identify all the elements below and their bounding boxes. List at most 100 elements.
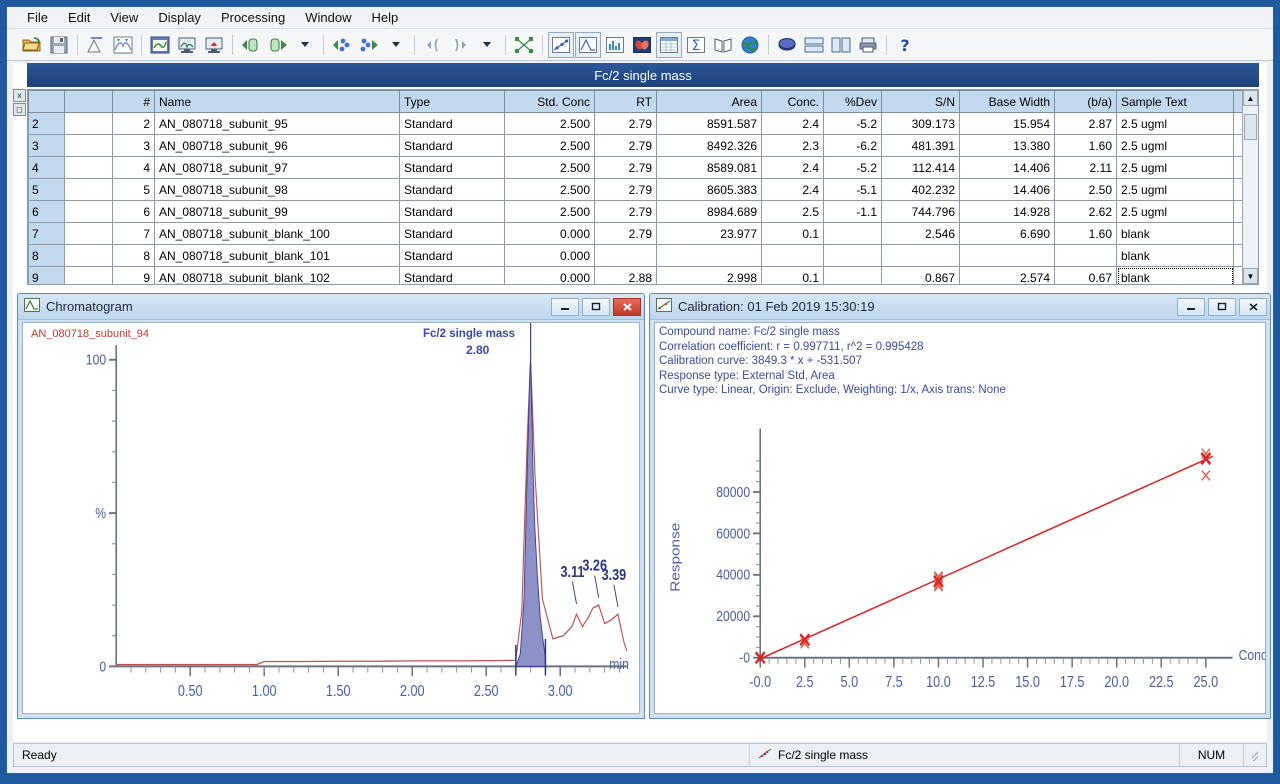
integrate-peak-icon[interactable]: [83, 32, 109, 58]
cell-conc[interactable]: 2.4: [762, 157, 824, 179]
cell-dev[interactable]: [824, 245, 882, 267]
resize-grip-icon[interactable]: [1244, 744, 1266, 766]
column-header-s-n[interactable]: S/N: [882, 91, 960, 113]
table-row[interactable]: 77AN_080718_subunit_blank_100Standard0.0…: [29, 223, 1243, 245]
cell-stdconc[interactable]: 0.000: [505, 223, 595, 245]
book-icon[interactable]: [710, 32, 736, 58]
cell-rowhdr[interactable]: 4: [29, 157, 65, 179]
cell-area[interactable]: 8589.081: [657, 157, 762, 179]
menu-item-processing[interactable]: Processing: [211, 8, 295, 27]
cell-sampletext[interactable]: blank: [1117, 223, 1234, 245]
cell-name[interactable]: AN_080718_subunit_98: [155, 179, 400, 201]
cell-dev[interactable]: -6.2: [824, 135, 882, 157]
cell-blank[interactable]: [65, 157, 113, 179]
cell-type[interactable]: Standard: [400, 201, 505, 223]
cell-sn[interactable]: 0.867: [882, 267, 960, 285]
column-header-dev[interactable]: %Dev: [824, 91, 882, 113]
cell-rt[interactable]: 2.79: [595, 157, 657, 179]
cell-blank[interactable]: [65, 135, 113, 157]
cell-num[interactable]: 3: [113, 135, 155, 157]
cell-rowhdr[interactable]: 2: [29, 113, 65, 135]
calibration-plot[interactable]: Compound name: Fc/2 single mass Correlat…: [654, 322, 1266, 714]
column-header-sample-text[interactable]: Sample Text: [1117, 91, 1234, 113]
cell-num[interactable]: 8: [113, 245, 155, 267]
column-header-std-conc[interactable]: Std. Conc: [505, 91, 595, 113]
cell-pkwidth[interactable]: 3.306: [1234, 157, 1243, 179]
cell-blank[interactable]: [65, 223, 113, 245]
cell-type[interactable]: Standard: [400, 113, 505, 135]
calibration-window[interactable]: Calibration: 01 Feb 2019 15:30:19 Compou…: [649, 293, 1271, 719]
cell-rt[interactable]: 2.79: [595, 179, 657, 201]
cell-stdconc[interactable]: 2.500: [505, 179, 595, 201]
cell-conc[interactable]: 2.4: [762, 113, 824, 135]
calibration-maximize-button[interactable]: [1208, 298, 1236, 316]
column-header-pk-width[interactable]: Pk Width: [1234, 91, 1243, 113]
cell-ba[interactable]: 2.87: [1055, 113, 1117, 135]
cell-pkwidth[interactable]: [1234, 267, 1243, 285]
chromatogram-plot[interactable]: AN_080718_subunit_94 Fc/2 single mass 2.…: [22, 322, 640, 714]
calibration-title-bar[interactable]: Calibration: 01 Feb 2019 15:30:19: [650, 294, 1270, 320]
cell-blank[interactable]: [65, 267, 113, 285]
cell-dev[interactable]: -5.2: [824, 113, 882, 135]
chevron-down-icon[interactable]: [383, 32, 409, 58]
cell-sn[interactable]: 112.414: [882, 157, 960, 179]
cell-sn[interactable]: 2.546: [882, 223, 960, 245]
cell-num[interactable]: 6: [113, 201, 155, 223]
cell-sampletext[interactable]: blank: [1117, 245, 1234, 267]
cell-pkwidth[interactable]: 0.851: [1234, 223, 1243, 245]
chevron-down-icon[interactable]: [292, 32, 318, 58]
column-header-rt[interactable]: RT: [595, 91, 657, 113]
cell-blank[interactable]: [65, 201, 113, 223]
cell-rt[interactable]: 2.79: [595, 135, 657, 157]
cell-stdconc[interactable]: 0.000: [505, 267, 595, 285]
cell-name[interactable]: AN_080718_subunit_99: [155, 201, 400, 223]
fit-view-icon[interactable]: [511, 32, 537, 58]
cell-name[interactable]: AN_080718_subunit_blank_102: [155, 267, 400, 285]
column-header-type[interactable]: Type: [400, 91, 505, 113]
cell-num[interactable]: 4: [113, 157, 155, 179]
calibration-close-button[interactable]: [1239, 298, 1267, 316]
column-header-blank-1[interactable]: [65, 91, 113, 113]
cell-area[interactable]: 2.998: [657, 267, 762, 285]
table-row[interactable]: 99AN_080718_subunit_blank_102Standard0.0…: [29, 267, 1243, 285]
restore-pane-icon[interactable]: ◻: [13, 103, 26, 116]
cell-ba[interactable]: 1.60: [1055, 135, 1117, 157]
chromatogram-title-bar[interactable]: Chromatogram: [18, 294, 644, 320]
open-folder-icon[interactable]: [19, 32, 45, 58]
table-row[interactable]: 22AN_080718_subunit_95Standard2.5002.798…: [29, 113, 1243, 135]
close-pane-icon[interactable]: x: [13, 89, 26, 102]
cell-dev[interactable]: [824, 223, 882, 245]
menu-item-edit[interactable]: Edit: [58, 8, 100, 27]
cell-rowhdr[interactable]: 3: [29, 135, 65, 157]
cell-type[interactable]: Standard: [400, 245, 505, 267]
sample-list-icon[interactable]: [147, 32, 173, 58]
cell-basewidth[interactable]: 14.406: [960, 179, 1055, 201]
cell-ba[interactable]: 1.60: [1055, 223, 1117, 245]
cell-area[interactable]: 23.977: [657, 223, 762, 245]
scroll-thumb[interactable]: [1244, 114, 1257, 140]
column-header-[interactable]: #: [113, 91, 155, 113]
cell-rt[interactable]: 2.79: [595, 113, 657, 135]
cell-pkwidth[interactable]: 3.370: [1234, 179, 1243, 201]
cell-sampletext[interactable]: 2.5 ugml: [1117, 113, 1234, 135]
cell-dev[interactable]: [824, 267, 882, 285]
cell-name[interactable]: AN_080718_subunit_blank_100: [155, 223, 400, 245]
menu-item-help[interactable]: Help: [362, 8, 409, 27]
cell-rowhdr[interactable]: 7: [29, 223, 65, 245]
cell-sampletext[interactable]: 2.5 ugml: [1117, 157, 1234, 179]
table-row[interactable]: 66AN_080718_subunit_99Standard2.5002.798…: [29, 201, 1243, 223]
cell-conc[interactable]: 0.1: [762, 267, 824, 285]
chromatogram-close-button[interactable]: [613, 298, 641, 316]
cell-basewidth[interactable]: [960, 245, 1055, 267]
menu-item-view[interactable]: View: [100, 8, 148, 27]
menu-item-display[interactable]: Display: [148, 8, 211, 27]
reports-icon[interactable]: [774, 32, 800, 58]
menu-item-file[interactable]: File: [17, 8, 58, 27]
table-vertical-scrollbar[interactable]: ▲ ▼: [1242, 90, 1258, 284]
cell-pkwidth[interactable]: 3.439: [1234, 201, 1243, 223]
print-icon[interactable]: [855, 32, 881, 58]
calibration-minimize-button[interactable]: [1177, 298, 1205, 316]
cell-blank[interactable]: [65, 179, 113, 201]
cell-dev[interactable]: -1.1: [824, 201, 882, 223]
monitor-chrom-icon[interactable]: [174, 32, 200, 58]
